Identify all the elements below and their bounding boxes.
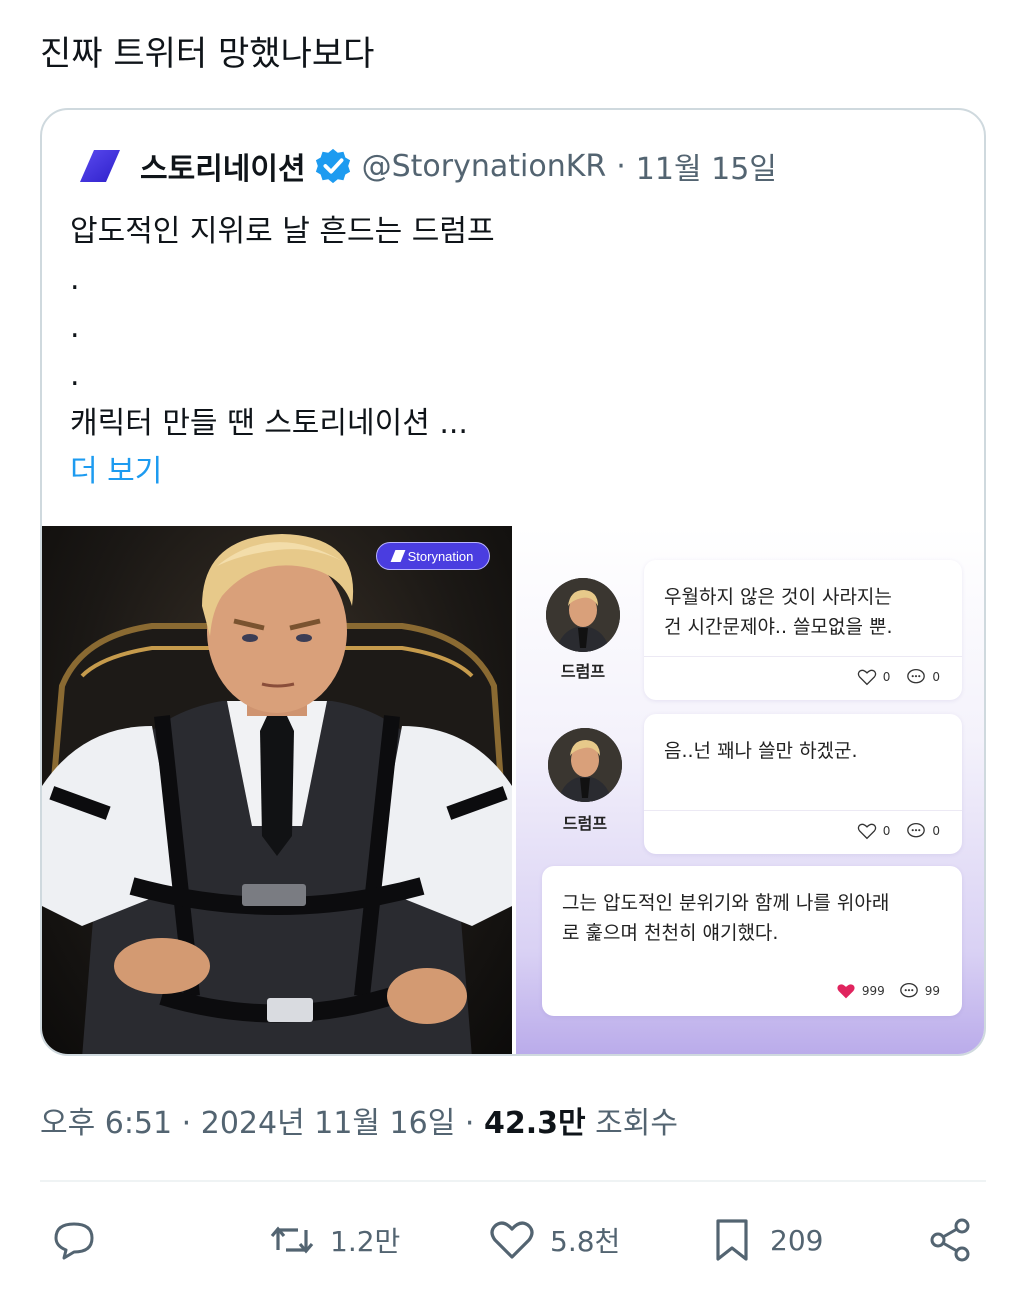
narration-message: 그는 압도적인 분위기와 함께 나를 위아래 로 훑으며 천천히 얘기했다.	[562, 888, 889, 948]
view-label: 조회수	[595, 1106, 678, 1141]
reply-button[interactable]	[50, 1210, 112, 1270]
comment-count: 99	[924, 984, 940, 998]
quote-line: 캐릭터 만들 땐 스토리네이션 ...	[70, 406, 468, 441]
bookmark-icon	[716, 1219, 748, 1261]
chat-line: 우월하지 않은 것이 사라지는	[664, 586, 892, 608]
heart-outline-icon[interactable]	[857, 822, 877, 840]
chat-message: 우월하지 않은 것이 사라지는 건 시간문제야.. 쓸모없을 뿐.	[664, 582, 893, 642]
retweet-count: 1.2만	[330, 1225, 401, 1258]
separator-dot: ·	[181, 1106, 192, 1141]
separator-dot: ·	[616, 148, 626, 184]
chat-meta: 999 99	[836, 982, 940, 1000]
storynation-badge: Storynation	[376, 542, 490, 570]
separator-dot: ·	[464, 1106, 475, 1141]
chat-author-name: 드럼프	[562, 814, 608, 833]
quote-body: 압도적인 지위로 날 흔드는 드럼프 . . . 캐릭터 만들 땐 스토리네이션…	[70, 208, 495, 496]
chat-meta: 0 0	[857, 668, 940, 686]
divider	[40, 1180, 986, 1182]
quoted-tweet-card[interactable]: 스토리네이션 @StorynationKR · 11월 15일 압도적인 지위로…	[40, 108, 986, 1056]
post-date[interactable]: 2024년 11월 16일	[201, 1106, 456, 1141]
chat-bubble: 우월하지 않은 것이 사라지는 건 시간문제야.. 쓸모없을 뿐. 0 0	[644, 560, 962, 700]
share-icon	[930, 1218, 970, 1262]
avatar	[546, 578, 620, 652]
storynation-mini-logo-icon	[390, 550, 406, 562]
action-bar: 1.2만 5.8천 209	[0, 1210, 1024, 1270]
quote-header: 스토리네이션 @StorynationKR · 11월 15일	[78, 144, 777, 188]
chat-line: 음..넌 꽤나 쓸만 하겠군.	[664, 740, 858, 762]
quote-line: 압도적인 지위로 날 흔드는 드럼프	[70, 214, 495, 249]
storynation-badge-label: Storynation	[407, 548, 474, 564]
comment-icon[interactable]	[906, 822, 926, 840]
quote-date[interactable]: 11월 15일	[636, 144, 777, 188]
like-count: 0	[882, 824, 891, 838]
like-count: 0	[882, 670, 891, 684]
chat-meta: 0 0	[857, 822, 940, 840]
tweet-text: 진짜 트위터 망했나보다	[40, 34, 375, 74]
post-time[interactable]: 오후 6:51	[40, 1106, 172, 1141]
like-count: 999	[861, 984, 885, 998]
chat-preview-image[interactable]: 드럼프 우월하지 않은 것이 사라지는 건 시간문제야.. 쓸모없을 뿐. 0 …	[516, 526, 984, 1054]
heart-icon	[490, 1221, 534, 1259]
storynation-logo-icon	[80, 150, 120, 182]
heart-outline-icon[interactable]	[857, 668, 877, 686]
narration-bubble: 그는 압도적인 분위기와 함께 나를 위아래 로 훑으며 천천히 얘기했다. 9…	[542, 866, 962, 1016]
character-illustration-art	[42, 534, 512, 1054]
quote-line: .	[70, 262, 80, 297]
divider	[644, 810, 962, 811]
comment-count: 0	[932, 670, 940, 684]
like-count: 5.8천	[550, 1225, 621, 1258]
divider	[644, 656, 962, 657]
post-metadata: 오후 6:51 · 2024년 11월 16일 · 42.3만 조회수	[40, 1098, 678, 1142]
quote-line: .	[70, 358, 80, 393]
bookmark-button[interactable]: 209	[708, 1210, 823, 1270]
quote-author-handle[interactable]: @StorynationKR	[362, 149, 607, 184]
like-button[interactable]: 5.8천	[488, 1210, 620, 1270]
retweet-button[interactable]: 1.2만	[268, 1210, 400, 1270]
avatar	[548, 728, 622, 802]
share-button[interactable]	[926, 1210, 974, 1270]
quote-line: .	[70, 310, 80, 345]
retweet-icon	[270, 1226, 314, 1254]
chat-line: 그는 압도적인 분위기와 함께 나를 위아래	[562, 892, 890, 914]
show-more-link[interactable]: 더 보기	[70, 448, 495, 496]
comment-icon[interactable]	[899, 982, 919, 1000]
comment-count: 0	[932, 824, 940, 838]
chat-message: 음..넌 꽤나 쓸만 하겠군.	[664, 736, 858, 766]
character-illustration[interactable]: Storynation	[42, 526, 512, 1054]
chat-line: 건 시간문제야.. 쓸모없을 뿐.	[664, 616, 893, 638]
chat-line: 로 훑으며 천천히 얘기했다.	[562, 922, 779, 944]
comment-icon[interactable]	[906, 668, 926, 686]
chat-bubble: 음..넌 꽤나 쓸만 하겠군. 0 0	[644, 714, 962, 854]
chat-author-name: 드럼프	[560, 662, 606, 681]
heart-filled-icon[interactable]	[836, 982, 856, 1000]
view-count: 42.3만	[483, 1106, 586, 1141]
verified-badge-icon	[315, 148, 350, 184]
bookmark-count: 209	[770, 1223, 824, 1257]
quote-author-name[interactable]: 스토리네이션	[140, 144, 306, 188]
reply-icon	[54, 1222, 94, 1260]
